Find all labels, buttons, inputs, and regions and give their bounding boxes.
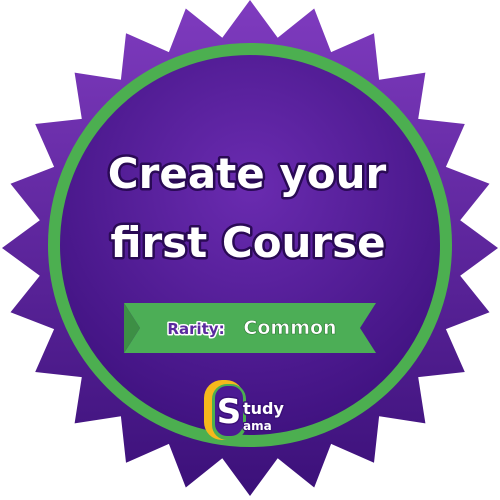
achievement-badge: Create your first Course Rarity: Common …: [2, 0, 498, 496]
logo-bottom-text: ama: [243, 419, 272, 433]
rarity-ribbon: Rarity: Common: [124, 303, 376, 353]
badge-title-line-1: Create your: [108, 149, 387, 198]
logo-initial: S: [217, 392, 242, 432]
badge-title-line-2: first Course: [110, 218, 385, 267]
rarity-label: Rarity:: [167, 320, 224, 338]
logo-top-text: tudy: [243, 399, 284, 418]
rarity-value: Common: [243, 317, 336, 339]
